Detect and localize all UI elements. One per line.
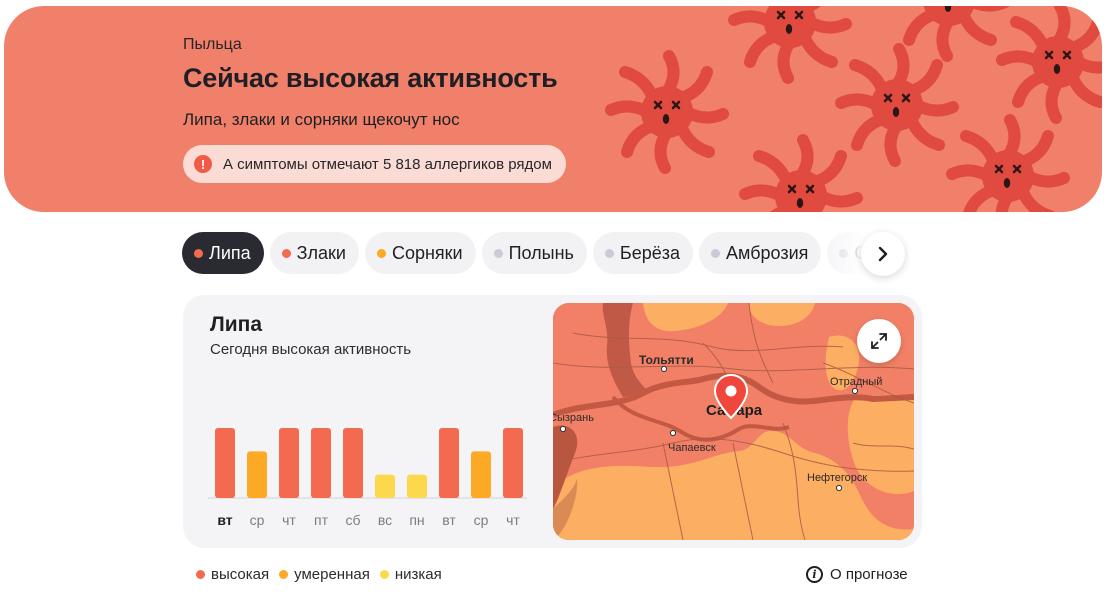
chart-bar[interactable] — [311, 428, 331, 498]
location-pin-icon — [714, 374, 748, 420]
symptoms-alert[interactable]: ! А симптомы отмечают 5 818 аллергиков р… — [183, 145, 566, 183]
tab-label: Амброзия — [726, 242, 809, 263]
chart-day-label: ср — [474, 512, 489, 528]
pollen-map[interactable]: Тольятти Отрадный Сызрань Самара Чапаевс… — [553, 303, 914, 540]
legend-dot — [379, 570, 389, 579]
tab-label: Берёза — [619, 242, 681, 263]
legend-item: высокая — [196, 566, 269, 583]
chart-bar[interactable] — [247, 451, 267, 498]
map-label-neftegorsk: Нефтегорск — [807, 472, 868, 484]
about-forecast-label: О прогнозе — [830, 566, 908, 583]
chart-day-label: ср — [250, 512, 265, 528]
tab-2[interactable]: Сорняки — [364, 232, 476, 274]
tab-1[interactable]: Злаки — [269, 232, 359, 274]
expand-icon — [871, 333, 887, 349]
legend-label: умеренная — [294, 566, 370, 583]
chart-bar[interactable] — [471, 451, 491, 498]
tab-label: Сорняки — [391, 242, 463, 263]
tab-label: Липа — [209, 242, 251, 263]
symptoms-alert-text: А симптомы отмечают 5 818 аллергиков ряд… — [223, 155, 552, 173]
legend-label: высокая — [211, 566, 270, 583]
map-label-otradny: Отрадный — [830, 376, 883, 388]
tab-dot — [711, 248, 721, 258]
map-expand-button[interactable] — [857, 319, 901, 363]
chart-bar[interactable] — [279, 428, 299, 498]
chart-bar[interactable] — [215, 428, 235, 498]
chart-bar[interactable] — [407, 474, 427, 498]
map-label-chapaevsk: Чапаевск — [668, 442, 716, 454]
map-label-tolyatti: Тольятти — [639, 353, 694, 367]
chart-day-label: вт — [217, 512, 232, 528]
hero-description: Липа, злаки и сорняки щекочут нос — [183, 110, 460, 129]
legend-item: низкая — [379, 566, 442, 583]
alert-icon: ! — [194, 155, 212, 173]
pollen-label: Пыльца — [183, 36, 242, 53]
tab-dot — [604, 248, 614, 258]
tab-3[interactable]: Полынь — [481, 232, 587, 274]
allergen-title: Липа — [210, 313, 263, 336]
chart-day-label: пн — [409, 512, 424, 528]
tab-dot — [194, 248, 203, 258]
legend-dot — [279, 570, 289, 579]
tab-dot — [281, 248, 291, 258]
tab-4[interactable]: Берёза — [592, 232, 694, 274]
chart-day-label: чт — [282, 512, 296, 528]
legend-label: низкая — [394, 566, 442, 583]
chart-day-label: вс — [378, 512, 392, 528]
chart-bar[interactable] — [375, 474, 395, 498]
chart-bar[interactable] — [343, 428, 363, 498]
tab-5[interactable]: Амброзия — [699, 232, 822, 274]
forecast-chart: вт ср чт пт сб вс пн вт ср чт — [208, 428, 527, 528]
chevron-right-icon — [878, 246, 888, 262]
chart-bar[interactable] — [439, 428, 459, 498]
tab-dot — [376, 248, 386, 258]
pollen-hero-banner: Пыльца Сейчас высокая активность Липа, з… — [4, 6, 1102, 212]
allergen-tabs: ЛипаЗлакиСорнякиПолыньБерёзаАмброзияОльх… — [182, 232, 904, 276]
chart-day-label: пт — [314, 512, 329, 528]
tab-0[interactable]: Липа — [182, 232, 264, 274]
tab-label: Злаки — [296, 242, 346, 263]
tab-label: Полынь — [508, 242, 574, 263]
chart-bar[interactable] — [503, 428, 523, 498]
page-title: Сейчас высокая активность — [183, 63, 558, 93]
chart-day-label: вт — [442, 512, 456, 528]
legend-dot — [196, 570, 205, 579]
tabs-next-button[interactable] — [861, 232, 905, 276]
tab-dot — [493, 248, 503, 258]
chart-day-label: чт — [506, 512, 520, 528]
about-forecast-link[interactable]: i О прогнозе — [806, 566, 908, 583]
chart-legend: высокая умеренная низкая — [196, 566, 442, 583]
map-label-syzran: Сызрань — [553, 412, 594, 424]
info-icon: i — [806, 566, 823, 583]
allergen-subtitle: Сегодня высокая активность — [210, 341, 412, 358]
legend-item: умеренная — [279, 566, 370, 583]
chart-day-label: сб — [345, 512, 360, 528]
